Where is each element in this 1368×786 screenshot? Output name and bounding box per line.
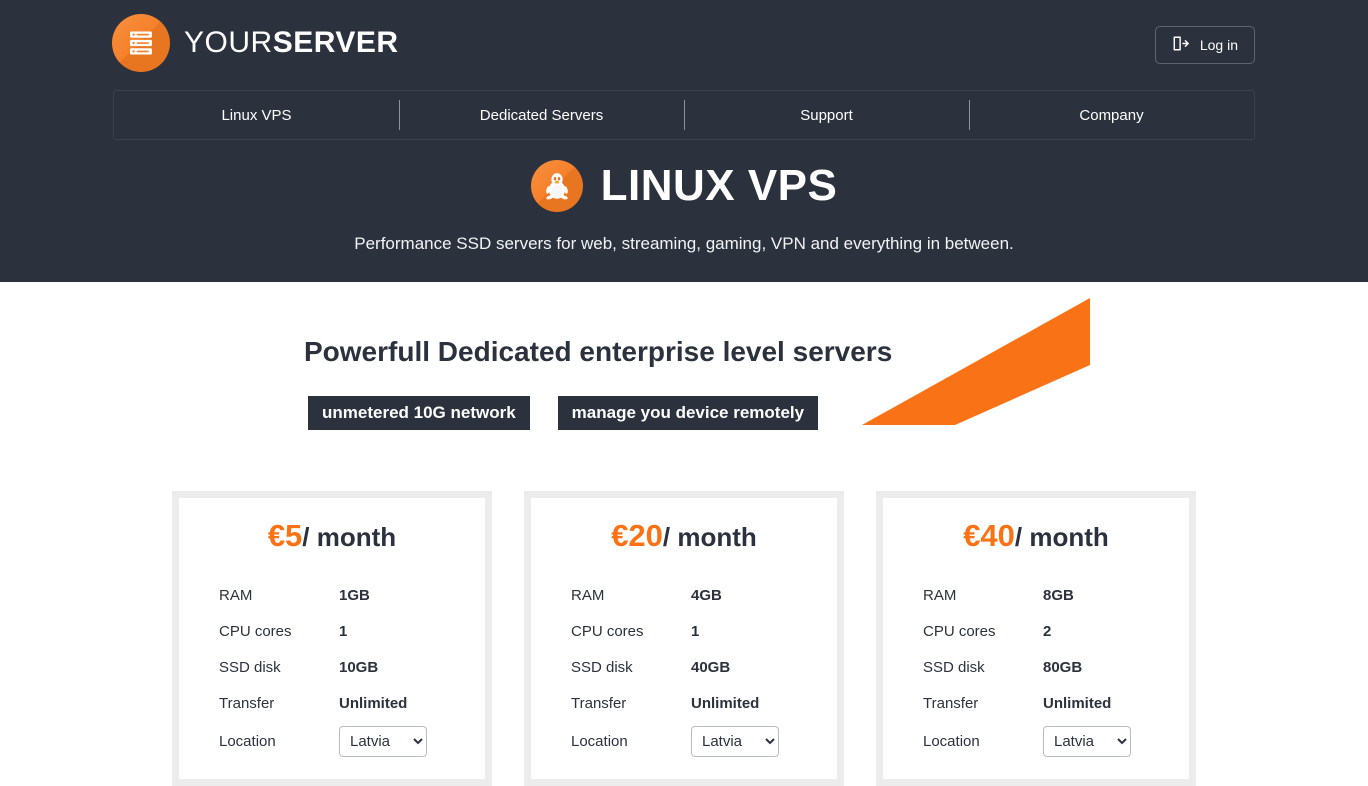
login-button[interactable]: Log in [1154, 26, 1255, 64]
spec-label: RAM [219, 586, 253, 604]
spec-label: Transfer [219, 694, 275, 712]
spec-row-ssd-disk: SSD disk 40GB [571, 649, 797, 685]
plan-price-period: / month [662, 522, 757, 552]
pricing-card: €5/ month RAM 1GB CPU cores 1 SSD disk 1… [172, 491, 492, 786]
spec-row-cpu-cores: CPU cores 2 [923, 613, 1149, 649]
spec-value: 2 [1043, 622, 1052, 640]
spec-label: Location [219, 732, 276, 750]
spec-row-ssd-disk: SSD disk 10GB [219, 649, 445, 685]
spec-value: Unlimited [691, 694, 760, 712]
spec-label: CPU cores [571, 622, 644, 640]
promo-section: Powerfull Dedicated enterprise level ser… [0, 282, 1368, 490]
plan-price: €40/ month [883, 520, 1189, 551]
spec-row-ram: RAM 1GB [219, 577, 445, 613]
spec-label: Location [923, 732, 980, 750]
spec-value: 40GB [691, 658, 731, 676]
login-button-label: Log in [1199, 37, 1238, 53]
location-select[interactable]: Latvia [1043, 725, 1131, 757]
spec-row-ssd-disk: SSD disk 80GB [923, 649, 1149, 685]
spec-value: Unlimited [1043, 694, 1112, 712]
pricing-cards: €5/ month RAM 1GB CPU cores 1 SSD disk 1… [0, 491, 1368, 786]
server-rack-icon [112, 14, 170, 72]
brand-wordmark: YOURSERVER [184, 28, 399, 58]
nav-item-support[interactable]: Support [684, 91, 969, 139]
spec-value: Unlimited [339, 694, 408, 712]
nav-item-label: Linux VPS [221, 106, 292, 124]
spec-label: SSD disk [923, 658, 985, 676]
location-select[interactable]: Latvia [339, 725, 427, 757]
tux-penguin-icon [530, 160, 583, 212]
spec-row-location: Location Latvia [571, 721, 797, 761]
pricing-card: €40/ month RAM 8GB CPU cores 2 SSD disk … [876, 491, 1196, 786]
spec-label: Location [571, 732, 628, 750]
nav-item-dedicated-servers[interactable]: Dedicated Servers [399, 91, 684, 139]
promo-badge-remote: manage you device remotely [557, 396, 819, 430]
site-header: YOURSERVER Log in Linux VPS Dedicated Se… [0, 0, 1368, 282]
spec-value: 8GB [1043, 586, 1074, 604]
hero-subtitle: Performance SSD servers for web, streami… [354, 234, 1014, 253]
page-title: LINUX VPS [600, 161, 838, 210]
sign-in-icon [1172, 35, 1189, 55]
plan-price-period: / month [1014, 522, 1109, 552]
promo-headline: Powerfull Dedicated enterprise level ser… [304, 336, 893, 367]
spec-value: 4GB [691, 586, 722, 604]
spec-label: SSD disk [571, 658, 633, 676]
plan-price: €20/ month [531, 520, 837, 551]
topbar: YOURSERVER Log in [0, 0, 1368, 88]
spec-row-ram: RAM 4GB [571, 577, 797, 613]
spec-value: 10GB [339, 658, 379, 676]
spec-label: RAM [571, 586, 605, 604]
nav-item-company[interactable]: Company [969, 91, 1254, 139]
promo-badge-network: unmetered 10G network [308, 396, 530, 430]
ready-ribbon [855, 282, 1100, 490]
spec-label: CPU cores [923, 622, 996, 640]
spec-label: SSD disk [219, 658, 281, 676]
spec-label: Transfer [571, 694, 627, 712]
main-nav: Linux VPS Dedicated Servers Support Comp… [113, 90, 1255, 140]
spec-value: 1 [339, 622, 348, 640]
spec-value: 1 [691, 622, 700, 640]
nav-item-label: Company [1079, 106, 1144, 124]
spec-label: Transfer [923, 694, 979, 712]
brand-name-light: YOUR [184, 26, 273, 59]
spec-value: 80GB [1043, 658, 1083, 676]
nav-item-linux-vps[interactable]: Linux VPS [114, 91, 399, 139]
spec-row-transfer: Transfer Unlimited [219, 685, 445, 721]
spec-row-cpu-cores: CPU cores 1 [219, 613, 445, 649]
hero-section: LINUX VPS Performance SSD servers for we… [0, 160, 1368, 254]
spec-value: 1GB [339, 586, 370, 604]
plan-spec-list: RAM 8GB CPU cores 2 SSD disk 80GB Transf… [883, 577, 1189, 761]
spec-row-location: Location Latvia [923, 721, 1149, 761]
plan-price-amount: €20 [611, 518, 663, 553]
plan-price-amount: €5 [267, 518, 303, 553]
spec-row-transfer: Transfer Unlimited [571, 685, 797, 721]
spec-row-location: Location Latvia [219, 721, 445, 761]
spec-row-cpu-cores: CPU cores 1 [571, 613, 797, 649]
pricing-card: €20/ month RAM 4GB CPU cores 1 SSD disk … [524, 491, 844, 786]
plan-price-period: / month [302, 522, 397, 552]
plan-spec-list: RAM 1GB CPU cores 1 SSD disk 10GB Transf… [179, 577, 485, 761]
spec-row-transfer: Transfer Unlimited [923, 685, 1149, 721]
promo-badges: unmetered 10G network manage you device … [308, 396, 819, 430]
nav-item-label: Support [800, 106, 853, 124]
brand-name-bold: SERVER [272, 26, 399, 59]
hero-title-row: LINUX VPS [0, 160, 1368, 212]
spec-label: RAM [923, 586, 957, 604]
plan-price: €5/ month [179, 520, 485, 551]
plan-spec-list: RAM 4GB CPU cores 1 SSD disk 40GB Transf… [531, 577, 837, 761]
nav-item-label: Dedicated Servers [479, 106, 604, 124]
plan-price-amount: €40 [963, 518, 1015, 553]
spec-label: CPU cores [219, 622, 292, 640]
spec-row-ram: RAM 8GB [923, 577, 1149, 613]
brand-logo[interactable]: YOURSERVER [112, 14, 399, 72]
location-select[interactable]: Latvia [691, 725, 779, 757]
